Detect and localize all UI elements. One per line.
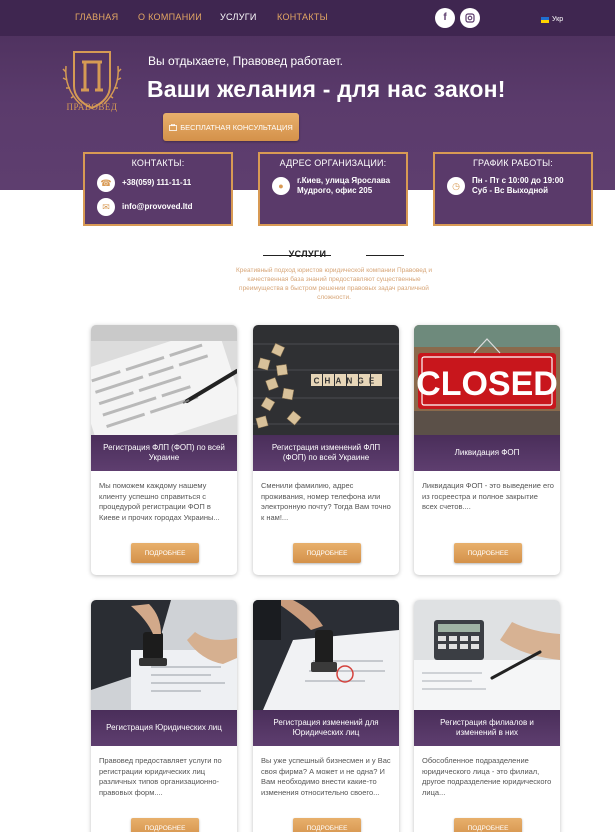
- schedule-title: ГРАФИК РАБОТЫ:: [472, 158, 553, 168]
- change-tiles-word: CHANGE: [314, 377, 380, 386]
- nav-item-home[interactable]: ГЛАВНАЯ: [75, 12, 118, 22]
- card-title: Регистрация изменений для Юридических ли…: [253, 710, 399, 746]
- hero-tagline: Вы отдыхаете, Правовед работает.: [148, 54, 343, 68]
- address-box: АДРЕС ОРГАНИЗАЦИИ: ● г.Киев, улица Яросл…: [258, 152, 408, 226]
- instagram-icon[interactable]: [460, 8, 480, 28]
- card-text: Сменили фамилию, адрес проживания, номер…: [261, 481, 391, 522]
- card-title: Ликвидация ФОП: [414, 435, 560, 471]
- address-line-2: Мудрого, офис 205: [297, 186, 373, 195]
- contact-email[interactable]: info@provoved.ltd: [122, 202, 192, 212]
- phone-icon: ☎: [97, 174, 115, 192]
- nav-item-about[interactable]: О КОМПАНИИ: [138, 12, 202, 22]
- services-description: Креативный подход юристов юридической ко…: [236, 267, 432, 301]
- schedule-line-1: Пн - Пт с 10:00 до 19:00: [472, 176, 564, 185]
- card-image-stamp: [91, 600, 237, 710]
- location-pin-icon: ●: [272, 177, 290, 195]
- clock-icon: ◷: [447, 177, 465, 195]
- services-title: УСЛУГИ: [288, 249, 327, 259]
- card-title: Регистрация филиалов и изменений в них: [414, 710, 560, 746]
- card-text: Мы поможем каждому нашему клиенту успешн…: [99, 481, 220, 522]
- hero-headline: Ваши желания - для нас закон!: [147, 76, 506, 102]
- contacts-box: КОНТАКТЫ: ☎ +38(059) 111-11-11 ✉ info@pr…: [83, 152, 233, 226]
- card-image-closed-sign: CLOSED: [414, 325, 560, 435]
- nav-item-services[interactable]: УСЛУГИ: [220, 12, 257, 22]
- card-title: Регистрация Юридических лиц: [91, 710, 237, 746]
- card-text: Правовед предоставляет услуги по регистр…: [99, 756, 222, 797]
- cta-label: БЕСПЛАТНАЯ КОНСУЛЬТАЦИЯ: [180, 122, 293, 132]
- more-button[interactable]: ПОДРОБНЕЕ: [454, 818, 522, 832]
- logo-text: ПРАВОВЕД: [66, 102, 118, 112]
- service-card-legal-entity-changes[interactable]: Регистрация изменений для Юридических ли…: [253, 600, 399, 832]
- top-navigation: ГЛАВНАЯ О КОМПАНИИ УСЛУГИ КОНТАКТЫ f Укр: [0, 0, 615, 36]
- address-title: АДРЕС ОРГАНИЗАЦИИ:: [279, 158, 387, 168]
- divider-right: [366, 255, 404, 256]
- card-title: Регистрация ФЛП (ФОП) по всей Украине: [91, 435, 237, 471]
- ukraine-flag-icon: [541, 16, 549, 23]
- more-button[interactable]: ПОДРОБНЕЕ: [131, 543, 199, 563]
- service-card-fop-registration[interactable]: Регистрация ФЛП (ФОП) по всей Украине Мы…: [91, 325, 237, 575]
- address-line-1: г.Киев, улица Ярослава: [297, 176, 391, 185]
- service-card-fop-liquidation[interactable]: CLOSED Ликвидация ФОП Ликвидация ФОП - э…: [414, 325, 560, 575]
- more-button[interactable]: ПОДРОБНЕЕ: [293, 543, 361, 563]
- contact-phone[interactable]: +38(059) 111-11-11: [122, 178, 191, 188]
- contacts-title: КОНТАКТЫ:: [131, 158, 185, 168]
- card-text: Ликвидация ФОП - это выведение его из го…: [422, 481, 554, 511]
- more-button[interactable]: ПОДРОБНЕЕ: [454, 543, 522, 563]
- card-image-forms: [91, 325, 237, 435]
- more-button[interactable]: ПОДРОБНЕЕ: [293, 818, 361, 832]
- briefcase-icon: [169, 123, 178, 131]
- service-card-branch-registration[interactable]: Регистрация филиалов и изменений в них О…: [414, 600, 560, 832]
- more-button[interactable]: ПОДРОБНЕЕ: [131, 818, 199, 832]
- schedule-text: Пн - Пт с 10:00 до 19:00 Суб - Вс Выходн…: [472, 176, 564, 196]
- language-switch[interactable]: Укр: [541, 16, 563, 23]
- schedule-line-2: Суб - Вс Выходной: [472, 186, 549, 195]
- closed-sign-word: CLOSED: [416, 365, 558, 403]
- language-label: Укр: [552, 16, 564, 23]
- email-icon: ✉: [97, 198, 115, 216]
- service-card-fop-changes[interactable]: CHANGE Регистрация изменений ФЛП (ФОП) п…: [253, 325, 399, 575]
- card-text: Обособленное подразделение юридического …: [422, 756, 552, 797]
- card-image-calculator: [414, 600, 560, 710]
- address-text: г.Киев, улица Ярослава Мудрого, офис 205: [297, 176, 390, 196]
- free-consultation-button[interactable]: БЕСПЛАТНАЯ КОНСУЛЬТАЦИЯ: [163, 113, 299, 141]
- card-image-change-tiles: CHANGE: [253, 325, 399, 435]
- card-title: Регистрация изменений ФЛП (ФОП) по всей …: [253, 435, 399, 471]
- facebook-icon[interactable]: f: [435, 8, 455, 28]
- card-image-stamping-document: [253, 600, 399, 710]
- schedule-box: ГРАФИК РАБОТЫ: ◷ Пн - Пт с 10:00 до 19:0…: [433, 152, 593, 226]
- card-text: Вы уже успешный бизнесмен и у Вас своя ф…: [261, 756, 391, 797]
- service-card-legal-entity-registration[interactable]: Регистрация Юридических лиц Правовед пре…: [91, 600, 237, 832]
- nav-item-contacts[interactable]: КОНТАКТЫ: [277, 12, 328, 22]
